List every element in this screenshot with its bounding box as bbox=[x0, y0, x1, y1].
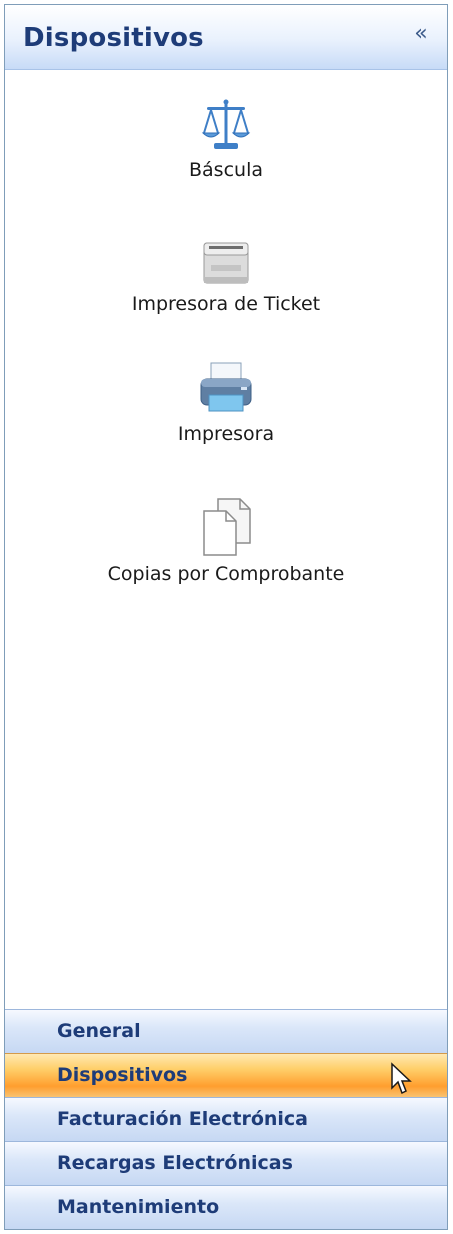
nav-item-dispositivos[interactable]: Dispositivos bbox=[5, 1053, 447, 1097]
nav-item-label: General bbox=[57, 1020, 141, 1042]
item-bascula[interactable]: Báscula bbox=[5, 99, 447, 181]
navigation-panel: Dispositivos « Báscula Impresora de Tick… bbox=[4, 4, 448, 1230]
scale-icon bbox=[201, 99, 251, 149]
copies-icon bbox=[203, 498, 251, 556]
item-label: Impresora de Ticket bbox=[131, 293, 321, 315]
nav-item-recargas-electronicas[interactable]: Recargas Electrónicas bbox=[5, 1141, 447, 1185]
nav-item-label: Recargas Electrónicas bbox=[57, 1152, 293, 1174]
nav-item-general[interactable]: General bbox=[5, 1009, 447, 1053]
item-impresora-de-ticket[interactable]: Impresora de Ticket bbox=[5, 237, 447, 315]
item-label: Impresora bbox=[177, 423, 275, 445]
section-nav: General Dispositivos Facturación Electró… bbox=[5, 1009, 447, 1229]
panel-header: Dispositivos « bbox=[5, 5, 447, 70]
nav-item-label: Dispositivos bbox=[57, 1064, 188, 1086]
item-copias-por-comprobante[interactable]: Copias por Comprobante bbox=[5, 497, 447, 585]
nav-item-facturacion-electronica[interactable]: Facturación Electrónica bbox=[5, 1097, 447, 1141]
nav-item-label: Mantenimiento bbox=[57, 1196, 220, 1218]
item-label: Báscula bbox=[189, 159, 263, 181]
collapse-icon[interactable]: « bbox=[409, 23, 433, 47]
mouse-cursor-icon bbox=[391, 1062, 412, 1095]
item-label: Copias por Comprobante bbox=[107, 563, 345, 585]
nav-item-mantenimiento[interactable]: Mantenimiento bbox=[5, 1185, 447, 1229]
ticket-printer-icon bbox=[203, 242, 249, 284]
panel-title: Dispositivos bbox=[23, 23, 204, 53]
nav-item-label: Facturación Electrónica bbox=[57, 1108, 308, 1130]
printer-icon bbox=[200, 362, 252, 412]
item-impresora[interactable]: Impresora bbox=[5, 359, 447, 445]
panel-content: Báscula Impresora de Ticket Impresora Co… bbox=[5, 69, 447, 809]
